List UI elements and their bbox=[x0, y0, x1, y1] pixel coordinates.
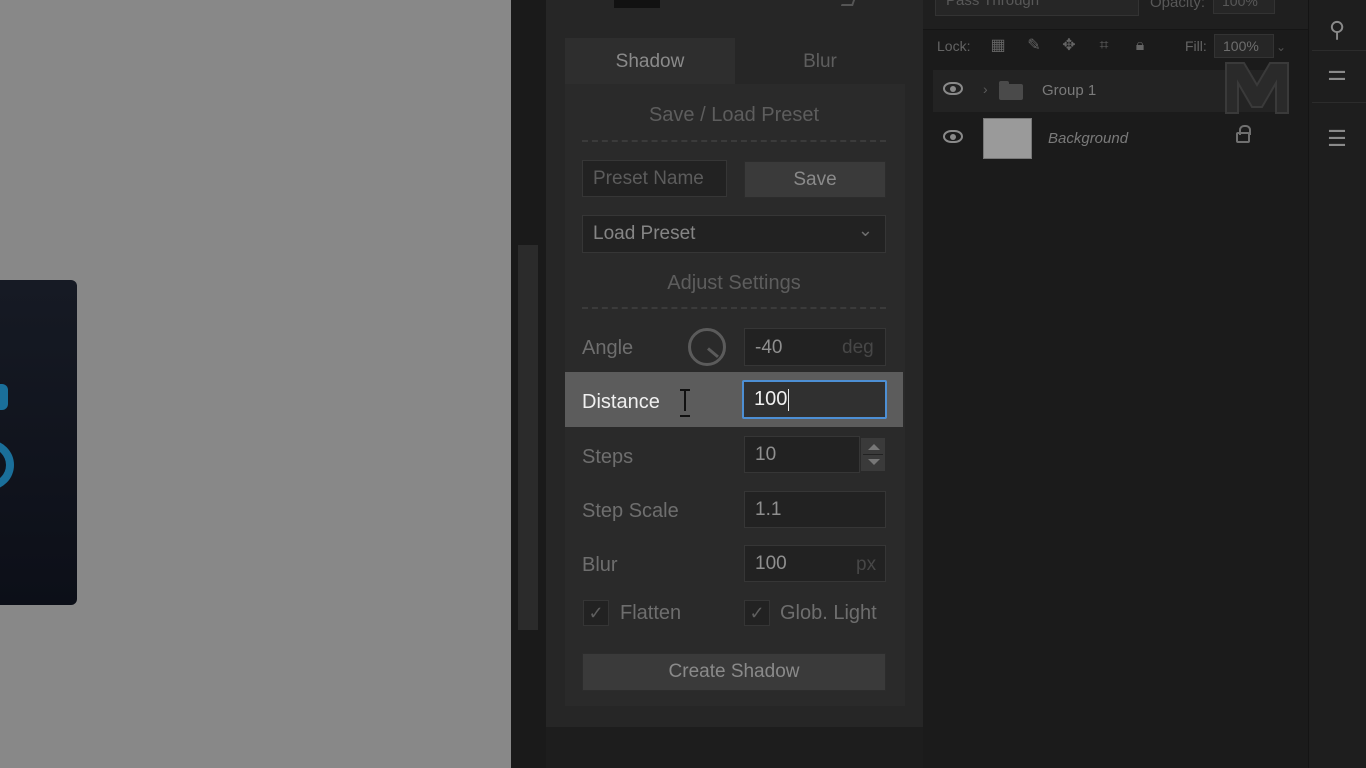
tab-shadow[interactable]: Shadow bbox=[565, 38, 735, 84]
glob-light-checkbox[interactable]: ✓ bbox=[744, 600, 770, 626]
arrow-up-icon[interactable] bbox=[868, 444, 880, 450]
distance-input[interactable]: 100 bbox=[742, 380, 887, 419]
arrow-down-icon[interactable] bbox=[868, 459, 880, 465]
lock-all-icon[interactable]: 🔒︎ bbox=[1130, 36, 1150, 56]
visibility-eye-icon[interactable] bbox=[943, 82, 963, 95]
angle-unit: deg bbox=[842, 337, 874, 358]
steps-stepper[interactable] bbox=[860, 437, 886, 472]
plugin-logo-mark bbox=[840, 0, 856, 6]
load-preset-select[interactable]: Load Preset ⌄ bbox=[582, 215, 886, 253]
lock-label: Lock: bbox=[937, 38, 971, 54]
distance-value: 100 bbox=[754, 388, 788, 410]
chevron-right-icon[interactable]: › bbox=[983, 81, 988, 97]
glob-light-label: Glob. Light bbox=[780, 602, 877, 624]
document-canvas[interactable] bbox=[0, 0, 511, 768]
blur-label: Blur bbox=[582, 554, 618, 576]
blur-value: 100 bbox=[755, 553, 787, 574]
save-load-heading: Save / Load Preset bbox=[648, 104, 820, 126]
divider bbox=[1312, 50, 1366, 51]
step-scale-value: 1.1 bbox=[755, 499, 782, 520]
layer-name: Background bbox=[1048, 130, 1129, 147]
folder-icon bbox=[999, 81, 1023, 100]
lock-move-icon[interactable]: ✥ bbox=[1059, 36, 1079, 56]
layer-thumbnail bbox=[983, 118, 1032, 159]
chevron-down-icon[interactable]: ⌄ bbox=[1276, 40, 1286, 54]
blend-mode-select[interactable]: Pass Through bbox=[935, 0, 1139, 16]
scrollbar[interactable] bbox=[518, 245, 538, 630]
lock-artboard-icon[interactable]: ⌗ bbox=[1094, 36, 1114, 56]
chevron-down-icon: ⌄ bbox=[857, 220, 873, 240]
layer-name: Group 1 bbox=[1042, 82, 1097, 99]
fill-label: Fill: bbox=[1185, 38, 1207, 54]
watermark-logo-icon bbox=[1225, 62, 1289, 114]
steps-value: 10 bbox=[755, 444, 777, 465]
blur-unit: px bbox=[856, 554, 877, 575]
create-shadow-button[interactable]: Create Shadow bbox=[582, 653, 886, 691]
blur-input[interactable]: 100 px bbox=[744, 545, 886, 582]
properties-icon[interactable]: ⚲ bbox=[1322, 15, 1352, 45]
angle-dial-icon[interactable] bbox=[688, 328, 726, 366]
right-toolbar bbox=[1308, 0, 1366, 768]
tab-blur[interactable]: Blur bbox=[735, 38, 905, 84]
artwork-glyph bbox=[0, 440, 14, 490]
save-button[interactable]: Save bbox=[744, 161, 886, 198]
divider bbox=[1312, 102, 1366, 103]
step-scale-input[interactable]: 1.1 bbox=[744, 491, 886, 528]
step-scale-label: Step Scale bbox=[582, 500, 679, 522]
layer-row[interactable]: Background bbox=[933, 118, 1278, 160]
stepper-divider bbox=[863, 454, 883, 455]
plugin-logo bbox=[614, 0, 660, 8]
fill-input[interactable]: 100% bbox=[1214, 34, 1274, 58]
plugin-footer bbox=[546, 727, 923, 768]
divider bbox=[582, 307, 886, 309]
artwork-card bbox=[0, 280, 77, 605]
steps-input[interactable]: 10 bbox=[744, 436, 860, 473]
preset-name-input[interactable]: Preset Name bbox=[582, 160, 727, 197]
adjust-settings-heading: Adjust Settings bbox=[667, 272, 801, 294]
angle-value: -40 bbox=[755, 337, 783, 358]
lock-paint-icon[interactable]: ✎ bbox=[1024, 36, 1044, 56]
adjustments-icon[interactable]: ⚌ bbox=[1322, 58, 1352, 88]
angle-input[interactable]: -40 deg bbox=[744, 328, 886, 366]
text-caret bbox=[788, 388, 790, 411]
angle-label: Angle bbox=[582, 337, 634, 359]
opacity-label: Opacity: bbox=[1150, 0, 1206, 11]
text-cursor-icon bbox=[680, 389, 690, 417]
divider bbox=[582, 140, 886, 142]
distance-label: Distance bbox=[582, 391, 660, 413]
flatten-label: Flatten bbox=[620, 602, 682, 624]
lock-transparent-icon[interactable]: ▦ bbox=[988, 36, 1008, 56]
flatten-checkbox[interactable]: ✓ bbox=[583, 600, 609, 626]
sliders-icon[interactable]: ☰ bbox=[1322, 124, 1352, 154]
steps-label: Steps bbox=[582, 446, 634, 468]
load-preset-value: Load Preset bbox=[593, 223, 696, 244]
artwork-glyph bbox=[0, 384, 8, 410]
opacity-input[interactable]: 100% bbox=[1213, 0, 1275, 14]
plugin-tabs: Shadow Blur bbox=[565, 38, 905, 84]
visibility-eye-icon[interactable] bbox=[943, 130, 963, 143]
lock-icon bbox=[1236, 125, 1251, 143]
